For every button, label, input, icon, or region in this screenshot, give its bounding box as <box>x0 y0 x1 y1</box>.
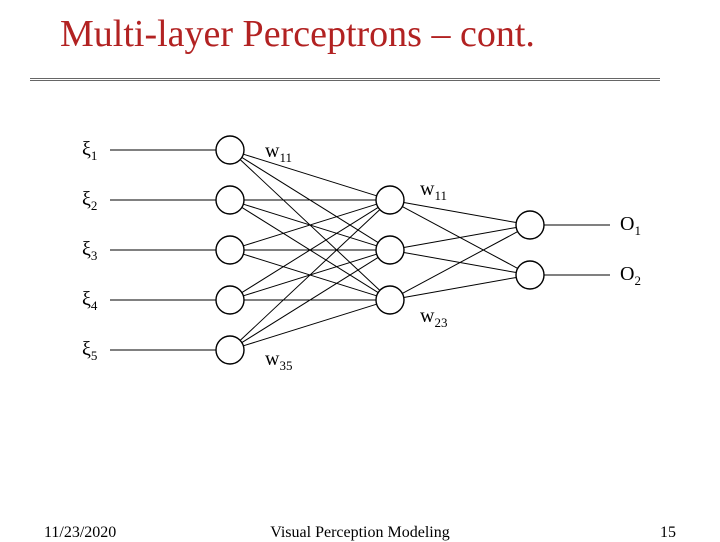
title-underline <box>30 78 660 81</box>
input-label-3: ξ3 <box>82 238 97 264</box>
footer-center: Visual Perception Modeling <box>0 524 720 542</box>
input-label-5: ξ5 <box>82 338 97 364</box>
weight-h2-bottom: w23 <box>420 305 447 331</box>
output-lines <box>544 225 610 275</box>
input-label-1: ξ1 <box>82 138 97 164</box>
input-label-2: ξ2 <box>82 188 97 214</box>
weight-h1-top: w11 <box>265 140 292 166</box>
output-label-2: O2 <box>620 263 641 289</box>
edges <box>110 150 518 350</box>
slide: Multi-layer Perceptrons – cont. ξ1 ξ2 ξ3… <box>0 0 720 540</box>
input-label-4: ξ4 <box>82 288 97 314</box>
footer-page: 15 <box>660 524 676 542</box>
weight-h2-top: w11 <box>420 178 447 204</box>
mlp-diagram: ξ1 ξ2 ξ3 ξ4 ξ5 w11 w35 w11 w23 O1 O2 <box>60 120 680 420</box>
output-label-1: O1 <box>620 213 641 239</box>
network-svg <box>60 120 680 400</box>
weight-h1-bottom: w35 <box>265 348 292 374</box>
slide-title: Multi-layer Perceptrons – cont. <box>60 12 535 56</box>
